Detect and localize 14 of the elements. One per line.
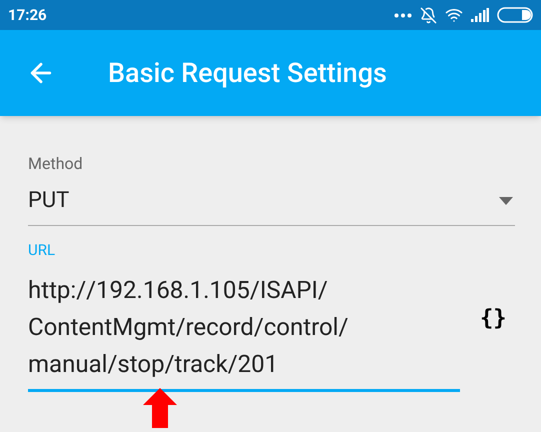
annotation-arrow-icon (143, 388, 177, 428)
more-dots-icon (394, 12, 412, 18)
battery-icon (497, 7, 533, 23)
method-dropdown[interactable]: PUT (28, 176, 515, 226)
signal-icon (471, 8, 489, 22)
json-insert-button[interactable]: {} (480, 302, 506, 334)
status-time: 17:26 (8, 4, 47, 26)
dropdown-caret-icon (499, 196, 513, 204)
url-label: URL (28, 240, 56, 260)
method-label: Method (28, 154, 83, 174)
url-field[interactable]: http://192.168.1.105/ISAPI/ContentMgmt/record/control/manual/stop/track/201 (28, 262, 460, 392)
wifi-icon (445, 6, 463, 24)
bell-off-icon (420, 6, 437, 24)
screen-title: Basic Request Settings (108, 56, 387, 91)
